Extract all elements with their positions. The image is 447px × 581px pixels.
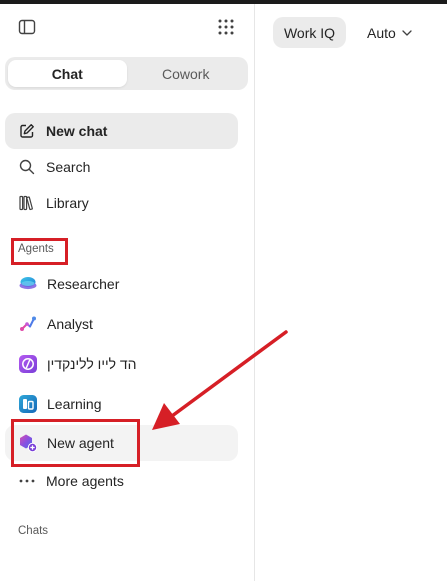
new-chat-label: New chat — [46, 123, 108, 139]
library-label: Library — [46, 195, 89, 211]
more-agents-button[interactable]: More agents — [5, 463, 238, 499]
agent-label: Researcher — [47, 276, 120, 292]
more-agents-label: More agents — [46, 473, 124, 489]
app-launcher-icon[interactable] — [214, 15, 238, 39]
mode-select[interactable]: Auto — [361, 17, 418, 48]
agent-label: Analyst — [47, 316, 93, 332]
tab-cowork[interactable]: Cowork — [127, 60, 246, 87]
more-icon — [18, 472, 36, 490]
mode-select-value: Auto — [367, 24, 396, 41]
agent-learning[interactable]: Learning — [5, 386, 238, 422]
custom-agent-icon — [18, 354, 38, 374]
researcher-icon — [18, 274, 38, 294]
agents-label-highlight — [11, 238, 68, 265]
chevron-down-icon — [402, 29, 412, 36]
search-icon — [18, 158, 36, 176]
library-icon — [18, 194, 36, 212]
library-button[interactable]: Library — [5, 185, 238, 221]
search-label: Search — [46, 159, 91, 175]
agent-researcher[interactable]: Researcher — [5, 266, 238, 302]
new-chat-button[interactable]: New chat — [5, 113, 238, 149]
agent-label: הד לייו ללינקדין — [47, 356, 137, 372]
agent-label: Learning — [47, 396, 102, 412]
compose-icon — [18, 122, 36, 140]
analyst-icon — [18, 314, 38, 334]
chats-section-label: Chats — [18, 525, 49, 537]
agent-custom[interactable]: הד לייו ללינקדין — [5, 346, 238, 382]
tab-chat[interactable]: Chat — [8, 60, 127, 87]
search-button[interactable]: Search — [5, 149, 238, 185]
learning-icon — [18, 394, 38, 414]
mode-tabs: Chat Cowork — [5, 57, 248, 90]
agent-analyst[interactable]: Analyst — [5, 306, 238, 342]
sidebar-toggle-icon[interactable] — [15, 15, 39, 39]
work-iq-button[interactable]: Work IQ — [273, 17, 346, 48]
main-panel — [255, 4, 447, 581]
new-agent-highlight — [11, 419, 140, 467]
